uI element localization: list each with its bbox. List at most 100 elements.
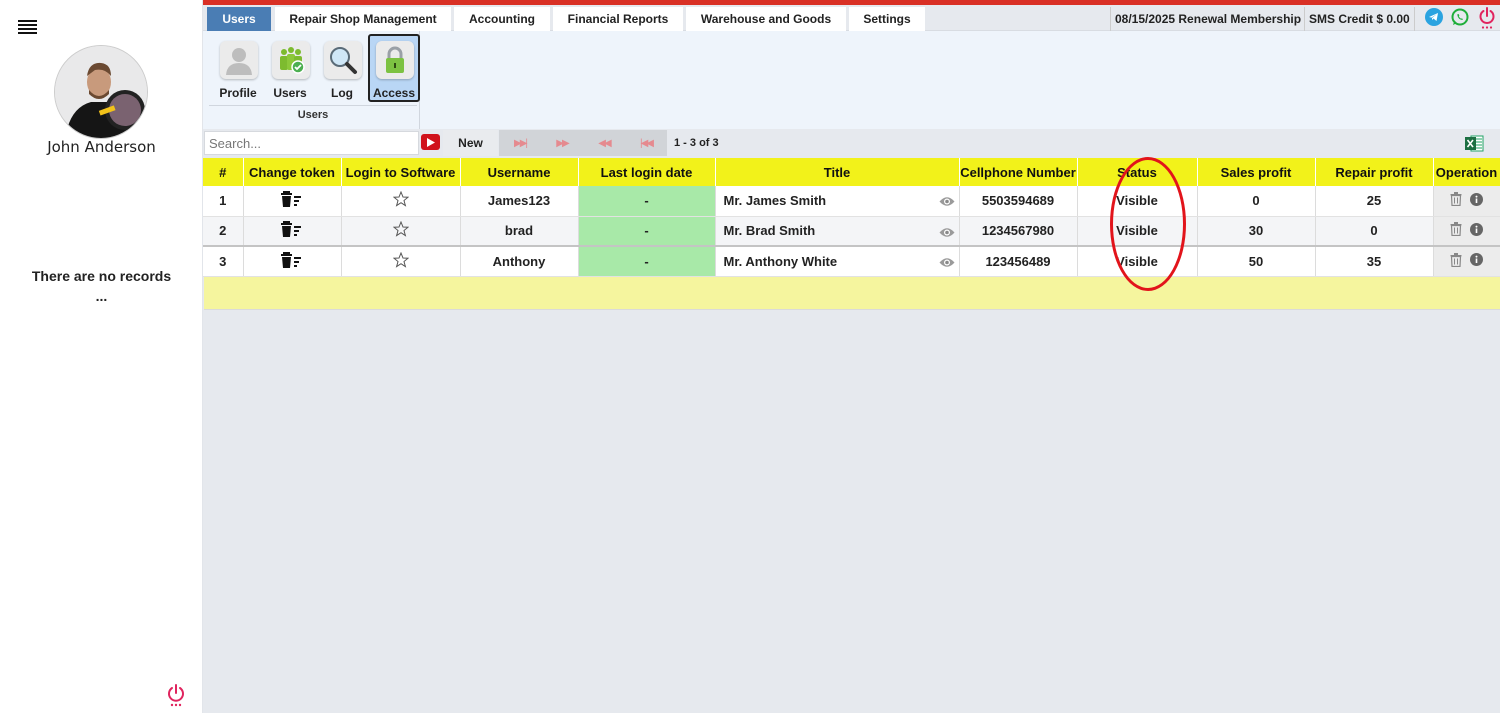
repair-profit-cell: 0 [1315, 216, 1434, 247]
next-page-icon: ▶▶ [556, 137, 569, 149]
grid-toolbar: New ▶▶| ▶▶ ◀◀ |◀◀ 1 - 3 of 3 [203, 129, 1500, 156]
title-text: Mr. Anthony White [723, 253, 838, 269]
login-to-software-cell [341, 216, 461, 247]
title-text: Mr. James Smith [723, 193, 827, 209]
ribbon-group-users: Profile Users Log Access Users [206, 31, 420, 129]
next-page-button[interactable]: ▶▶ [541, 130, 583, 156]
eye-icon[interactable] [939, 226, 955, 237]
last-page-button[interactable]: ▶▶| [499, 130, 541, 156]
play-icon [426, 137, 435, 147]
main-tabs: Users Repair Shop Management Accounting … [203, 5, 1500, 31]
ribbon-log-button[interactable]: Log [318, 34, 366, 102]
ribbon: Profile Users Log Access Users [203, 31, 1500, 129]
column-header-number[interactable]: # [203, 158, 244, 186]
ribbon-users-button[interactable]: Users [266, 34, 314, 102]
tab-financial-reports[interactable]: Financial Reports [553, 7, 683, 31]
column-header-username[interactable]: Username [460, 158, 579, 186]
power-icon[interactable] [166, 683, 186, 707]
info-icon[interactable] [1470, 253, 1483, 269]
column-header-title[interactable]: Title [715, 158, 960, 186]
tab-accounting[interactable]: Accounting [454, 7, 550, 31]
row-number: 2 [203, 216, 244, 247]
user-name: John Anderson [47, 138, 156, 156]
sales-profit-cell: 30 [1197, 216, 1316, 247]
tab-settings[interactable]: Settings [849, 7, 925, 31]
previous-page-button[interactable]: ◀◀ [583, 130, 625, 156]
telegram-icon[interactable] [1425, 8, 1443, 26]
delete-icon[interactable] [1450, 222, 1462, 239]
tab-repair-shop-management[interactable]: Repair Shop Management [275, 7, 451, 31]
column-header-cellphone-number[interactable]: Cellphone Number [959, 158, 1078, 186]
search-input[interactable] [204, 131, 419, 155]
cellphone-cell: 1234567980 [959, 216, 1078, 247]
column-header-login-to-software[interactable]: Login to Software [341, 158, 461, 186]
ribbon-access-label: Access [372, 86, 416, 100]
login-to-software-cell [341, 245, 461, 277]
table-row[interactable]: 1 James123 - Mr. James Smith 5503594689 … [203, 186, 1500, 217]
change-token-cell [243, 216, 342, 247]
title-cell: Mr. Anthony White [715, 245, 960, 277]
eye-icon[interactable] [939, 195, 955, 206]
sidebar: John Anderson There are no records ... [0, 0, 203, 713]
repair-profit-cell: 35 [1315, 245, 1434, 277]
repair-profit-cell: 25 [1315, 186, 1434, 217]
last-login-cell: - [578, 245, 716, 277]
title-cell: Mr. Brad Smith [715, 216, 960, 247]
whatsapp-icon[interactable] [1451, 8, 1469, 26]
column-header-status[interactable]: Status [1077, 158, 1198, 186]
change-token-icon[interactable] [281, 251, 303, 271]
table-row[interactable]: 2 brad - Mr. Brad Smith 1234567980 Visib… [203, 216, 1500, 247]
star-icon[interactable] [392, 190, 409, 210]
cellphone-cell: 123456489 [959, 245, 1078, 277]
ribbon-access-button[interactable]: Access [368, 34, 420, 102]
search-go-button[interactable] [421, 134, 440, 150]
excel-export-icon[interactable] [1465, 135, 1484, 152]
table-row[interactable]: 3 Anthony - Mr. Anthony White 123456489 … [203, 245, 1500, 277]
hamburger-menu-icon[interactable] [18, 20, 37, 34]
avatar [54, 45, 148, 139]
change-token-icon[interactable] [281, 191, 303, 210]
ribbon-log-label: Log [331, 86, 353, 100]
ribbon-users-label: Users [273, 86, 307, 100]
title-cell: Mr. James Smith [715, 186, 960, 217]
column-header-sales-profit[interactable]: Sales profit [1197, 158, 1316, 186]
info-icon[interactable] [1470, 222, 1483, 239]
column-header-change-token[interactable]: Change token [243, 158, 342, 186]
new-button[interactable]: New [443, 130, 498, 156]
username-cell: James123 [460, 186, 579, 217]
logout-power-icon[interactable] [1478, 7, 1496, 29]
renewal-membership[interactable]: 08/15/2025 Renewal Membership [1110, 7, 1305, 31]
previous-page-icon: ◀◀ [598, 137, 611, 149]
sms-credit[interactable]: SMS Credit $ 0.00 [1304, 7, 1415, 31]
login-to-software-cell [341, 186, 461, 217]
magnifier-icon [324, 41, 362, 79]
username-cell: Anthony [460, 245, 579, 277]
star-icon[interactable] [392, 251, 409, 271]
cellphone-cell: 5503594689 [959, 186, 1078, 217]
username-cell: brad [460, 216, 579, 247]
eye-icon[interactable] [939, 256, 955, 267]
profile-icon [220, 41, 258, 79]
padlock-icon [376, 41, 414, 79]
column-header-last-login-date[interactable]: Last login date [578, 158, 716, 186]
table-footer-area [204, 277, 1500, 310]
change-token-icon[interactable] [281, 221, 303, 240]
column-header-operation: Operation [1433, 158, 1500, 186]
app-root: John Anderson There are no records ... U… [0, 0, 1500, 713]
users-table: # Change token Login to Software Usernam… [203, 158, 1500, 277]
change-token-cell [243, 245, 342, 277]
info-icon[interactable] [1470, 192, 1483, 209]
tab-users[interactable]: Users [207, 7, 271, 31]
status-cell: Visible [1077, 216, 1198, 247]
delete-icon[interactable] [1450, 252, 1462, 270]
column-header-repair-profit[interactable]: Repair profit [1315, 158, 1434, 186]
delete-icon[interactable] [1450, 192, 1462, 209]
users-group-icon [272, 41, 310, 79]
ribbon-profile-button[interactable]: Profile [214, 34, 262, 102]
star-icon[interactable] [392, 220, 409, 240]
sales-profit-cell: 0 [1197, 186, 1316, 217]
tab-warehouse-and-goods[interactable]: Warehouse and Goods [686, 7, 846, 31]
page-info: 1 - 3 of 3 [674, 136, 719, 149]
first-page-button[interactable]: |◀◀ [625, 130, 667, 156]
sales-profit-cell: 50 [1197, 245, 1316, 277]
